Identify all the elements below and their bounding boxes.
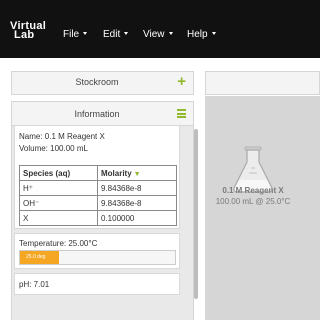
species-cell: OH⁻	[19, 195, 98, 211]
menu-help[interactable]: Help	[187, 29, 216, 40]
chevron-down-icon	[168, 32, 173, 35]
temperature-card: Temperature: 25.00°C 25.0 deg	[14, 233, 180, 269]
solution-name: Name: 0.1 M Reagent X	[19, 132, 105, 141]
table-header-row: Species (aq) Molarity ▼	[19, 165, 177, 181]
molarity-cell: 0.100000	[97, 210, 177, 226]
workbench-header	[205, 71, 320, 95]
ph-value: pH: 7.01	[19, 280, 50, 289]
ph-card: pH: 7.01	[14, 273, 180, 295]
table-row: OH⁻ 9.84368e-8	[19, 195, 177, 211]
menu-file-label: File	[63, 29, 80, 40]
menu-file[interactable]: File	[63, 29, 88, 40]
menu-view[interactable]: View	[143, 29, 173, 40]
plus-icon[interactable]: +	[177, 74, 186, 90]
workbench: 0.1 M Reagent X 100.00 mL @ 25.0°C	[198, 58, 320, 320]
information-panel-header[interactable]: Information	[12, 102, 193, 126]
logo-line-2: Lab	[14, 29, 35, 41]
solution-details-card: Name: 0.1 M Reagent X Volume: 100.00 mL …	[14, 125, 180, 229]
menu-edit-label: Edit	[103, 29, 121, 40]
information-title: Information	[74, 109, 120, 119]
workbench-area[interactable]: 0.1 M Reagent X 100.00 mL @ 25.0°C	[205, 96, 320, 320]
temperature-bar-text: 25.0 deg	[26, 254, 46, 260]
menu-view-label: View	[143, 29, 165, 40]
molarity-column-header[interactable]: Molarity ▼	[97, 165, 177, 181]
molarity-header-label: Molarity	[101, 168, 132, 178]
solution-volume: Volume: 100.00 mL	[19, 144, 88, 153]
flask-label-name: 0.1 M Reagent X	[222, 186, 284, 195]
chevron-down-icon	[211, 32, 216, 35]
molarity-cell: 9.84368e-8	[97, 195, 177, 211]
species-table: Species (aq) Molarity ▼ H⁺ 9.84368e-8 OH⁻…	[19, 165, 177, 226]
temperature-label: Temperature: 25.00°C	[19, 239, 98, 248]
species-column-header[interactable]: Species (aq)	[19, 165, 98, 181]
top-navbar: Virtual Lab File Edit View Help	[0, 0, 320, 58]
app-logo[interactable]: Virtual Lab	[10, 21, 50, 41]
flask-label-detail: 100.00 mL @ 25.0°C	[215, 197, 291, 206]
stockroom-title: Stockroom	[75, 77, 119, 87]
chevron-down-icon	[124, 32, 129, 35]
hamburger-icon[interactable]	[177, 109, 186, 118]
chevron-down-icon	[83, 32, 88, 35]
menu-edit[interactable]: Edit	[103, 29, 129, 40]
table-row: H⁺ 9.84368e-8	[19, 180, 177, 196]
menu-help-label: Help	[187, 29, 208, 40]
temperature-bar: 25.0 deg	[19, 250, 176, 265]
species-cell: H⁺	[19, 180, 98, 196]
sort-caret-icon[interactable]: ▼	[134, 171, 141, 178]
table-row: X 0.100000	[19, 210, 177, 226]
molarity-cell: 9.84368e-8	[97, 180, 177, 196]
temperature-bar-fill: 25.0 deg	[20, 251, 59, 264]
species-cell: X	[19, 210, 98, 226]
stockroom-panel-header[interactable]: Stockroom +	[11, 71, 194, 95]
